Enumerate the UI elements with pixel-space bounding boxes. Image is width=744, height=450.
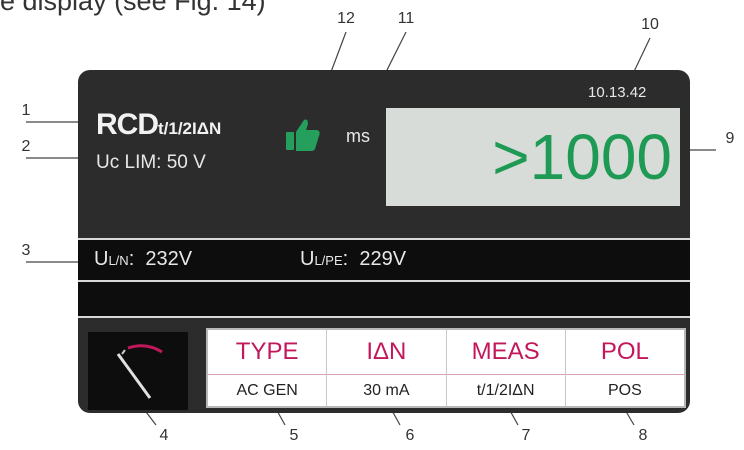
parameter-table: TYPE AC GEN IΔN 30 mA MEAS t/1/2IΔN POL … [206, 328, 686, 408]
thumbs-up-icon [286, 119, 320, 151]
param-pol[interactable]: POL POS [564, 330, 684, 406]
param-type[interactable]: TYPE AC GEN [208, 330, 327, 406]
param-idn[interactable]: IΔN 30 mA [326, 330, 446, 406]
param-pol-value: POS [607, 381, 642, 399]
gauge-icon [116, 344, 163, 399]
callout-4: 4 [159, 427, 169, 444]
function-main: RCD [96, 108, 159, 141]
voltage-lpe-label: U [300, 248, 315, 270]
callout-5: 5 [289, 427, 299, 444]
param-meas-header: MEAS [446, 330, 565, 375]
callout-10: 10 [641, 16, 659, 33]
uc-limit: Uc LIM: 50 V [96, 152, 206, 173]
callout-1: 1 [21, 102, 31, 119]
param-meas-value: t/1/2IΔN [476, 381, 535, 399]
param-idn-header: IΔN [327, 330, 446, 375]
callout-8: 8 [638, 427, 648, 444]
result-value: >1000 [492, 121, 672, 193]
param-idn-value: 30 mA [363, 381, 410, 399]
callout-7: 7 [521, 427, 531, 444]
voltage-ln-label: U [94, 248, 109, 270]
result-panel: >1000 [386, 108, 680, 206]
clock-time: 10.13.42 [588, 84, 647, 101]
callout-3: 3 [21, 242, 31, 259]
param-type-value: AC GEN [236, 381, 298, 399]
param-type-header: TYPE [208, 330, 327, 375]
param-meas[interactable]: MEAS t/1/2IΔN [445, 330, 565, 406]
analog-gauge [88, 332, 188, 410]
callout-12: 12 [337, 10, 355, 27]
callout-6: 6 [405, 427, 415, 444]
instrument-display: RCDt/1/2IΔN Uc LIM: 50 V ms 10.13.42 >10… [78, 70, 690, 413]
voltage-bar: UL/N: 232V UL/PE: 229V [78, 238, 690, 282]
callout-11: 11 [397, 10, 415, 27]
callout-9: 9 [725, 130, 735, 147]
voltage-lpe-value: 229V [359, 248, 407, 270]
voltage-lpe-sub: L/PE [314, 253, 343, 268]
voltage-ln: UL/N: 232V [94, 248, 193, 270]
voltage-lpe: UL/PE: 229V [300, 248, 407, 270]
voltage-ln-value: 232V [145, 248, 193, 270]
message-bar [78, 282, 690, 318]
param-pol-header: POL [565, 330, 684, 375]
function-name: RCDt/1/2IΔN [96, 108, 221, 142]
voltage-ln-sub: L/N [108, 253, 129, 268]
callout-2: 2 [21, 138, 31, 155]
function-sub: t/1/2IΔN [158, 119, 222, 138]
result-unit: ms [346, 126, 370, 146]
